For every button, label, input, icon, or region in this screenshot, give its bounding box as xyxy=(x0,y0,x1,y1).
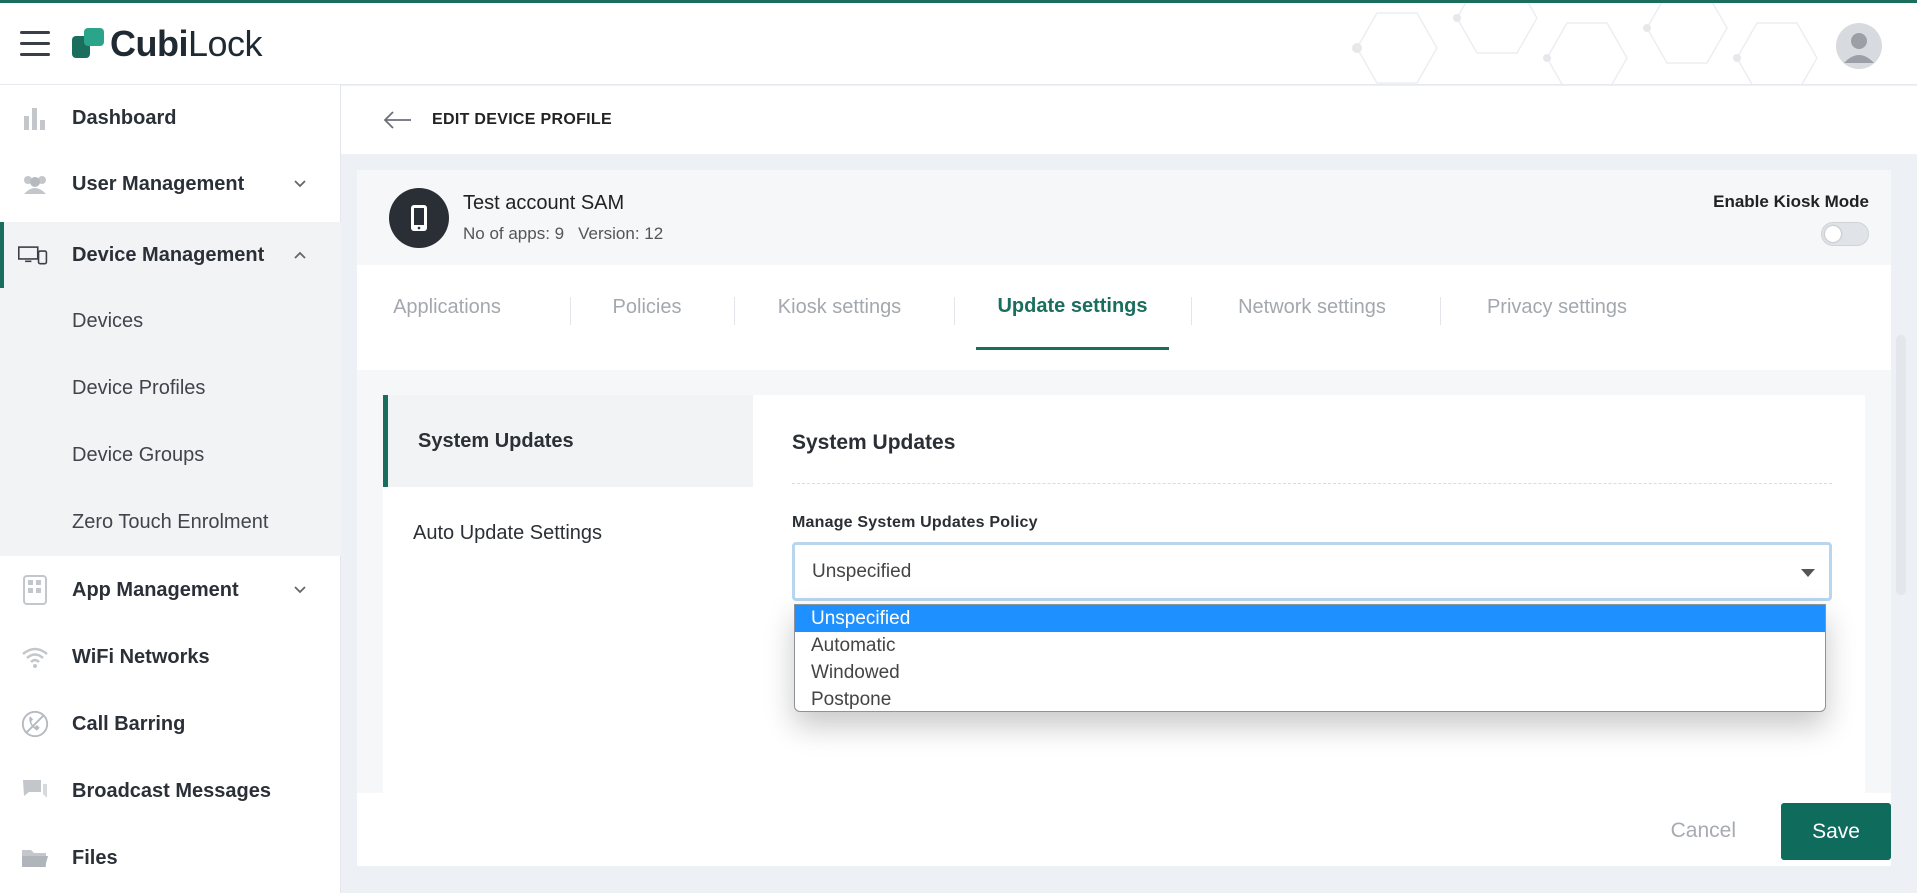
select-value: Unspecified xyxy=(812,561,912,582)
sidebar-subitem-label: Device Profiles xyxy=(72,377,206,399)
caret-down-icon xyxy=(1801,569,1815,577)
update-settings-content: System Updates Auto Update Settings Syst… xyxy=(357,370,1891,793)
tab-divider xyxy=(1191,297,1192,325)
tab-kiosk-settings[interactable]: Kiosk settings xyxy=(762,265,917,350)
sidebar-item-broadcast-messages[interactable]: Broadcast Messages xyxy=(0,758,341,824)
panel-title: System Updates xyxy=(792,431,956,454)
system-updates-policy-select[interactable]: Unspecified xyxy=(792,542,1832,601)
tab-divider xyxy=(1440,297,1441,325)
profile-version: Version: 12 xyxy=(578,224,664,243)
nav-item-label: Auto Update Settings xyxy=(413,521,603,544)
sidebar-item-device-management[interactable]: Device Management xyxy=(0,222,341,288)
sidebar-item-label: User Management xyxy=(72,172,245,195)
back-arrow-icon[interactable] xyxy=(381,108,413,132)
tab-update-settings[interactable]: Update settings xyxy=(976,265,1169,350)
tab-applications[interactable]: Applications xyxy=(387,265,507,350)
cancel-button[interactable]: Cancel xyxy=(1671,819,1736,843)
sidebar-item-user-management[interactable]: User Management xyxy=(0,151,341,217)
sidebar-item-label: App Management xyxy=(72,578,239,601)
folder-icon xyxy=(20,843,50,873)
system-updates-policy-label: Manage System Updates Policy xyxy=(792,514,1038,531)
devices-icon xyxy=(18,240,48,270)
option-windowed[interactable]: Windowed xyxy=(795,659,1825,686)
sidebar: Dashboard User Management Device Managem… xyxy=(0,85,341,893)
sidebar-item-zero-touch-enrolment[interactable]: Zero Touch Enrolment xyxy=(0,489,341,556)
hexagon-pattern-decoration xyxy=(1352,3,1818,84)
sidebar-item-label: Broadcast Messages xyxy=(72,779,271,802)
nav-auto-update-settings[interactable]: Auto Update Settings xyxy=(383,487,753,579)
save-button[interactable]: Save xyxy=(1781,803,1891,860)
sidebar-item-label: Call Barring xyxy=(72,712,186,735)
tab-privacy-settings[interactable]: Privacy settings xyxy=(1467,265,1647,350)
option-automatic[interactable]: Automatic xyxy=(795,632,1825,659)
sidebar-subitem-label: Devices xyxy=(72,310,144,332)
apps-icon xyxy=(20,575,50,605)
chevron-up-icon xyxy=(293,247,307,263)
users-icon xyxy=(20,169,50,199)
nav-system-updates[interactable]: System Updates xyxy=(383,395,753,487)
tab-policies[interactable]: Policies xyxy=(597,265,697,350)
profile-header: Test account SAM No of apps: 9 Version: 1… xyxy=(357,170,1891,265)
call-barring-icon xyxy=(20,709,50,739)
chevron-down-icon xyxy=(293,582,307,598)
wifi-icon xyxy=(20,642,50,672)
logo-mark-icon xyxy=(72,26,106,62)
logo-text: CubiLock xyxy=(110,23,263,65)
nav-item-label: System Updates xyxy=(418,429,574,452)
option-postpone[interactable]: Postpone xyxy=(795,686,1825,713)
profile-meta: No of apps: 9 Version: 12 xyxy=(463,224,677,244)
sidebar-item-files[interactable]: Files xyxy=(0,825,341,891)
scrollbar[interactable] xyxy=(1896,335,1906,595)
tab-network-settings[interactable]: Network settings xyxy=(1217,265,1407,350)
edit-profile-card: Test account SAM No of apps: 9 Version: 1… xyxy=(357,170,1891,866)
policy-dropdown-list: Unspecified Automatic Windowed Postpone xyxy=(794,604,1826,712)
apps-count: No of apps: 9 xyxy=(463,224,565,243)
page-title-bar: EDIT DEVICE PROFILE xyxy=(341,86,1917,154)
message-icon xyxy=(20,776,50,806)
bar-chart-icon xyxy=(20,103,50,133)
sidebar-subitem-label: Zero Touch Enrolment xyxy=(72,511,269,533)
profile-name: Test account SAM xyxy=(463,192,625,214)
sidebar-item-label: WiFi Networks xyxy=(72,645,210,668)
sidebar-item-wifi-networks[interactable]: WiFi Networks xyxy=(0,624,341,690)
top-header: CubiLock xyxy=(0,0,1917,85)
update-settings-nav: System Updates Auto Update Settings xyxy=(383,395,753,793)
sidebar-item-dashboard[interactable]: Dashboard xyxy=(0,85,341,151)
hamburger-icon[interactable] xyxy=(20,31,50,57)
tab-divider xyxy=(954,297,955,325)
sidebar-item-device-profiles[interactable]: Device Profiles xyxy=(0,355,341,422)
settings-tabs: Applications Policies Kiosk settings Upd… xyxy=(357,265,1891,370)
option-unspecified[interactable]: Unspecified xyxy=(795,605,1825,632)
sidebar-item-label: Files xyxy=(72,846,118,869)
cubilock-logo[interactable]: CubiLock xyxy=(72,23,263,65)
page-title: EDIT DEVICE PROFILE xyxy=(432,111,612,128)
sidebar-item-devices[interactable]: Devices xyxy=(0,288,341,355)
user-avatar-icon[interactable] xyxy=(1836,23,1882,69)
sidebar-item-app-management[interactable]: App Management xyxy=(0,557,341,623)
form-footer: Cancel Save xyxy=(357,793,1891,866)
logo-text-cubi: Cubi xyxy=(110,23,188,64)
sidebar-item-label: Device Management xyxy=(72,243,265,266)
sidebar-subitem-label: Device Groups xyxy=(72,444,205,466)
phone-icon xyxy=(389,188,449,248)
sidebar-item-device-groups[interactable]: Device Groups xyxy=(0,422,341,489)
tab-divider xyxy=(570,297,571,325)
sidebar-item-call-barring[interactable]: Call Barring xyxy=(0,691,341,757)
chevron-down-icon xyxy=(293,176,307,192)
dashed-divider xyxy=(792,483,1832,484)
logo-text-lock: Lock xyxy=(187,23,263,64)
system-updates-panel: System Updates Manage System Updates Pol… xyxy=(753,395,1865,793)
sidebar-item-label: Dashboard xyxy=(72,106,177,129)
kiosk-mode-toggle[interactable] xyxy=(1821,222,1869,246)
kiosk-mode-label: Enable Kiosk Mode xyxy=(1713,192,1869,211)
tab-divider xyxy=(734,297,735,325)
